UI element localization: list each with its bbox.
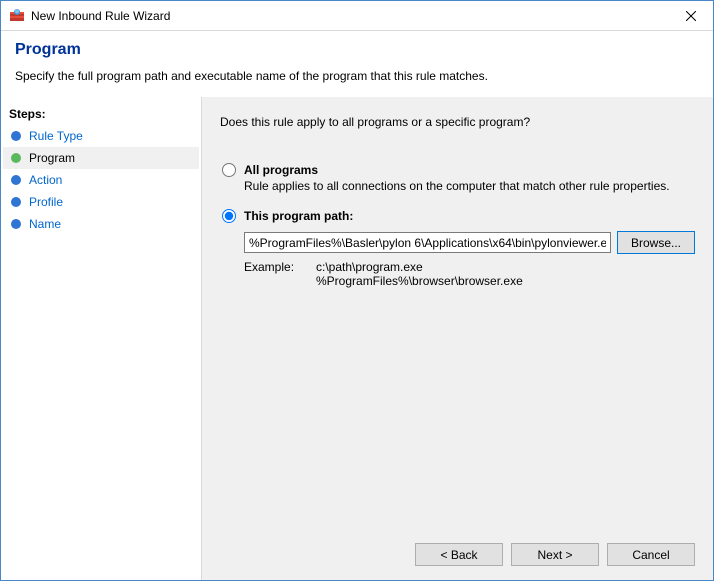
bullet-icon: [11, 197, 21, 207]
example-values: c:\path\program.exe %ProgramFiles%\brows…: [316, 260, 523, 288]
example-1: c:\path\program.exe: [316, 260, 523, 274]
option-path-row[interactable]: This program path:: [220, 209, 695, 223]
question-label: Does this rule apply to all programs or …: [220, 115, 695, 129]
cancel-button[interactable]: Cancel: [607, 543, 695, 566]
example-label: Example:: [244, 260, 316, 288]
sidebar-item-label: Program: [29, 151, 75, 165]
steps-label: Steps:: [3, 103, 199, 125]
back-button[interactable]: < Back: [415, 543, 503, 566]
sidebar-item-action[interactable]: Action: [3, 169, 199, 191]
option-all-desc: Rule applies to all connections on the c…: [244, 179, 695, 193]
sidebar: Steps: Rule Type Program Action Profile …: [1, 97, 201, 580]
footer: < Back Next > Cancel: [415, 543, 695, 566]
next-button[interactable]: Next >: [511, 543, 599, 566]
sidebar-item-label: Rule Type: [29, 129, 83, 143]
body: Steps: Rule Type Program Action Profile …: [1, 97, 713, 580]
bullet-icon: [11, 153, 21, 163]
sidebar-item-rule-type[interactable]: Rule Type: [3, 125, 199, 147]
example-row: Example: c:\path\program.exe %ProgramFil…: [244, 260, 695, 288]
firewall-icon: [9, 8, 25, 24]
sidebar-item-profile[interactable]: Profile: [3, 191, 199, 213]
titlebar: New Inbound Rule Wizard: [1, 1, 713, 31]
radio-all-programs[interactable]: [222, 163, 236, 177]
main-panel: Does this rule apply to all programs or …: [201, 97, 713, 580]
program-path-input[interactable]: [244, 232, 611, 253]
page-subtitle: Specify the full program path and execut…: [15, 69, 699, 83]
radio-program-path[interactable]: [222, 209, 236, 223]
sidebar-item-program[interactable]: Program: [3, 147, 199, 169]
option-all-label: All programs: [244, 163, 318, 177]
option-all-row[interactable]: All programs: [220, 163, 695, 177]
wizard-window: New Inbound Rule Wizard Program Specify …: [0, 0, 714, 581]
browse-button[interactable]: Browse...: [617, 231, 695, 254]
sidebar-item-label: Name: [29, 217, 61, 231]
option-all-programs: All programs Rule applies to all connect…: [220, 163, 695, 193]
bullet-icon: [11, 219, 21, 229]
sidebar-item-label: Action: [29, 173, 62, 187]
close-button[interactable]: [668, 1, 713, 30]
example-2: %ProgramFiles%\browser\browser.exe: [316, 274, 523, 288]
sidebar-item-name[interactable]: Name: [3, 213, 199, 235]
page-title: Program: [15, 41, 699, 59]
bullet-icon: [11, 175, 21, 185]
header: Program Specify the full program path an…: [1, 31, 713, 97]
sidebar-item-label: Profile: [29, 195, 63, 209]
bullet-icon: [11, 131, 21, 141]
option-program-path: This program path: Browse... Example: c:…: [220, 209, 695, 288]
path-input-row: Browse...: [244, 231, 695, 254]
option-path-label: This program path:: [244, 209, 353, 223]
window-title: New Inbound Rule Wizard: [31, 9, 668, 23]
